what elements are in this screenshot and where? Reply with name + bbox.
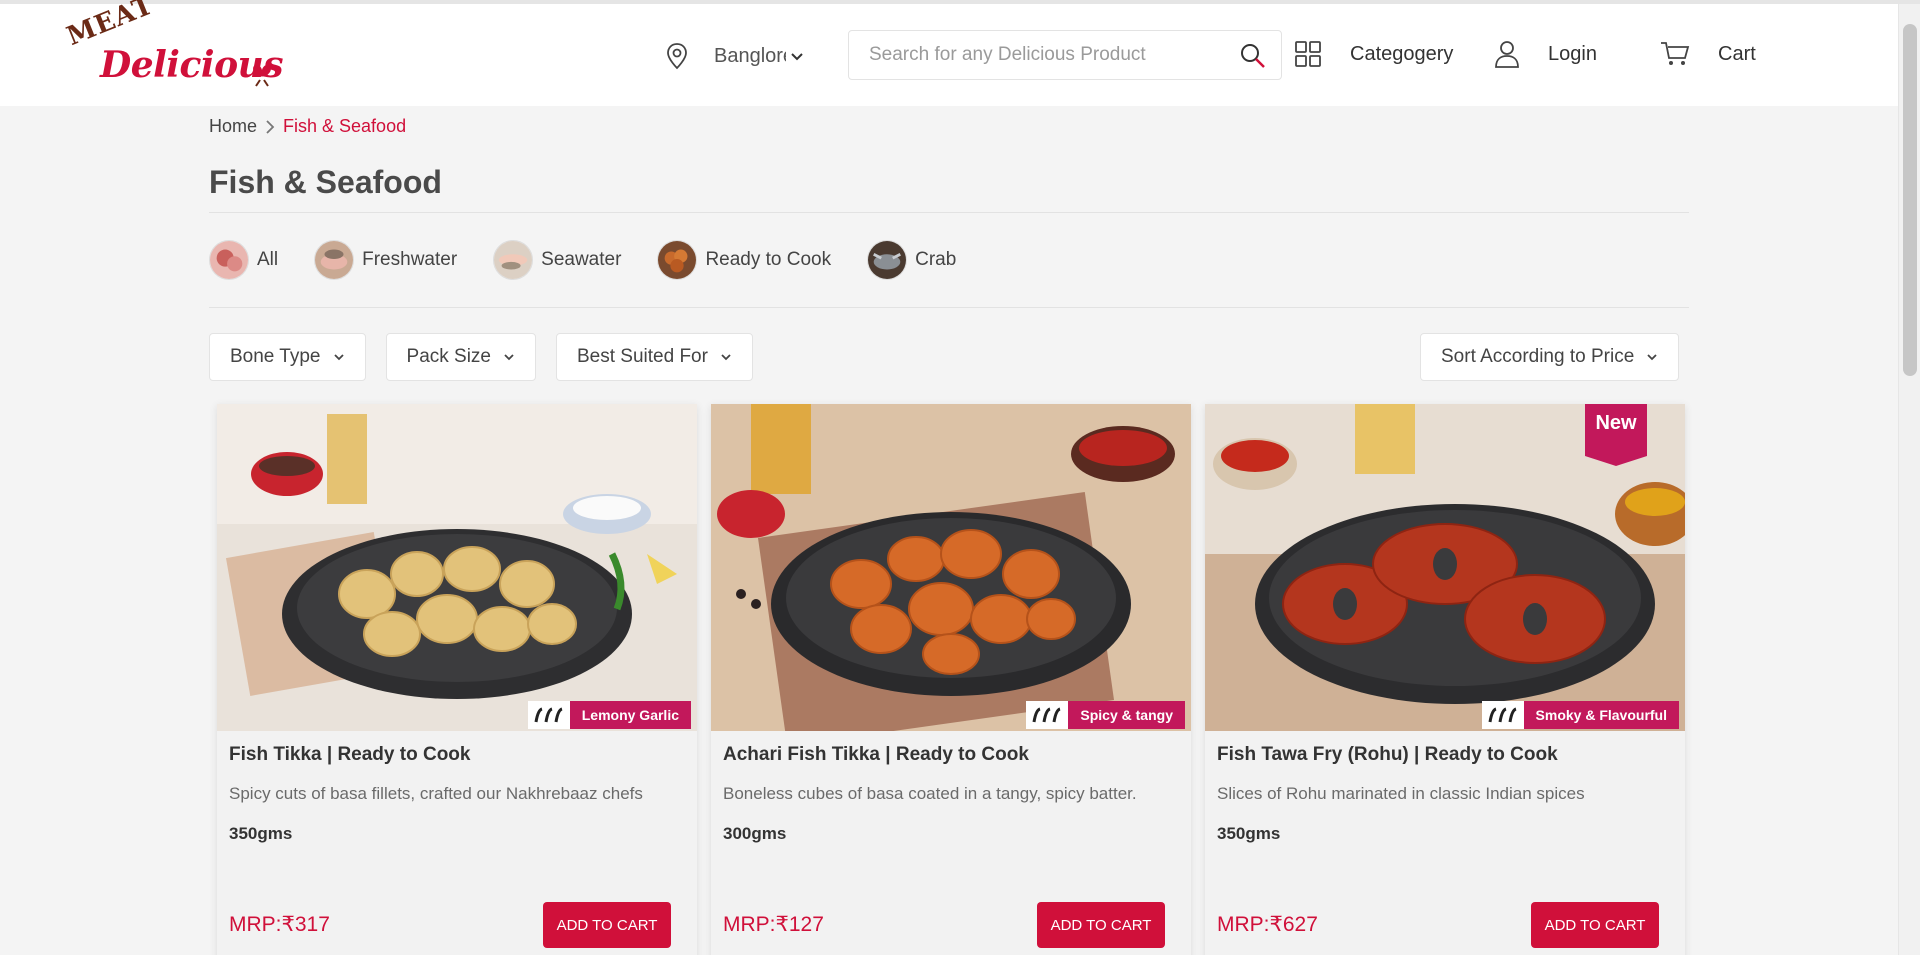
pack-size-dropdown[interactable]: Pack Size — [385, 333, 536, 381]
search-input[interactable] — [869, 44, 1209, 66]
nav-category[interactable]: Categogery — [1294, 34, 1453, 74]
add-to-cart-button[interactable]: ADD TO CART — [543, 902, 671, 948]
logo-leaf-icon — [253, 64, 271, 87]
product-name[interactable]: Fish Tikka | Ready to Cook — [229, 744, 470, 766]
product-weight: 350gms — [229, 824, 293, 843]
category-seawater[interactable]: Seawater — [493, 240, 621, 280]
chevron-down-icon — [1647, 354, 1657, 361]
nav-cart-label: Cart — [1718, 42, 1756, 65]
search-icon[interactable] — [1239, 42, 1267, 70]
flavour-tag: Smoky & Flavourful — [1481, 701, 1679, 729]
category-label: Freshwater — [362, 249, 458, 270]
flavour-tag-text: Lemony Garlic — [569, 701, 691, 729]
category-crab-image — [867, 240, 908, 280]
product-weight: 350gms — [1217, 824, 1281, 843]
category-label: Ready to Cook — [705, 249, 832, 270]
filter-bar: Bone Type Pack Size Best Suited For — [209, 333, 773, 381]
flavour-tag: Spicy & tangy — [1026, 701, 1185, 729]
bone-type-label: Bone Type — [230, 346, 321, 367]
scrollbar-thumb[interactable] — [1903, 24, 1917, 376]
nav-category-label: Categogery — [1350, 42, 1454, 65]
divider — [209, 307, 1689, 308]
bone-type-dropdown[interactable]: Bone Type — [209, 333, 366, 381]
sort-label: Sort According to Price — [1441, 346, 1635, 367]
category-seawater-image — [493, 240, 534, 280]
location-pin-icon — [667, 43, 687, 70]
product-description: Boneless cubes of basa coated in a tangy… — [723, 784, 1137, 803]
nav-login[interactable]: Login — [1494, 34, 1597, 74]
add-to-cart-button[interactable]: ADD TO CART — [1037, 902, 1165, 948]
category-all-image — [209, 240, 249, 280]
category-freshwater-image — [314, 240, 355, 280]
best-suited-for-dropdown[interactable]: Best Suited For — [556, 333, 753, 381]
chili-icon — [1032, 707, 1061, 723]
cart-icon — [1661, 42, 1690, 65]
chevron-down-icon — [333, 354, 344, 361]
breadcrumb-home[interactable]: Home — [209, 116, 257, 137]
product-grid: Lemony Garlic Fish Tikka | Ready to Cook… — [217, 404, 1699, 955]
chevron-down-icon — [721, 354, 731, 361]
page-scrollbar[interactable] — [1898, 4, 1920, 955]
category-label: Seawater — [541, 249, 622, 270]
breadcrumb: Home Fish & Seafood — [209, 116, 406, 137]
chevron-down-icon — [791, 53, 803, 61]
nav-login-label: Login — [1548, 42, 1597, 65]
best-suited-for-label: Best Suited For — [577, 346, 708, 367]
product-image[interactable] — [711, 404, 1191, 731]
flavour-tag-text: Smoky & Flavourful — [1523, 701, 1679, 729]
site-header: MEAT Delicious Banglore Categogery — [0, 0, 1898, 106]
chili-icon — [1488, 707, 1517, 723]
flavour-tag-text: Spicy & tangy — [1068, 701, 1185, 729]
location-selector[interactable]: Banglore — [664, 42, 804, 70]
nav-cart[interactable]: Cart — [1660, 34, 1756, 74]
pack-size-label: Pack Size — [406, 346, 491, 367]
search-box — [848, 30, 1282, 80]
chevron-right-icon — [266, 119, 275, 134]
category-crab[interactable]: Crab — [867, 240, 956, 280]
category-grid-icon — [1295, 41, 1321, 67]
category-freshwater[interactable]: Freshwater — [314, 240, 457, 280]
category-ready-to-cook-image — [657, 240, 698, 280]
product-description: Spicy cuts of basa fillets, crafted our … — [229, 784, 643, 803]
user-icon — [1495, 41, 1519, 68]
product-price: MRP:₹127 — [723, 913, 824, 936]
product-name[interactable]: Fish Tawa Fry (Rohu) | Ready to Cook — [1217, 744, 1558, 766]
category-label: Crab — [915, 249, 957, 270]
category-all[interactable]: All — [209, 240, 278, 280]
product-description: Slices of Rohu marinated in classic Indi… — [1217, 784, 1585, 803]
category-ready-to-cook[interactable]: Ready to Cook — [657, 240, 831, 280]
product-price: MRP:₹627 — [1217, 913, 1318, 936]
new-badge: New — [1585, 404, 1647, 466]
product-card[interactable]: New Smoky & Flavourful Fish Tawa Fry (Ro… — [1205, 404, 1685, 955]
product-card[interactable]: Lemony Garlic Fish Tikka | Ready to Cook… — [217, 404, 697, 955]
brand-logo[interactable]: MEAT Delicious — [63, 0, 290, 90]
product-name[interactable]: Achari Fish Tikka | Ready to Cook — [723, 744, 1029, 766]
category-label: All — [257, 249, 279, 270]
location-text: Banglore — [714, 44, 786, 67]
add-to-cart-button[interactable]: ADD TO CART — [1531, 902, 1659, 948]
page-title: Fish & Seafood — [209, 164, 442, 200]
flavour-tag: Lemony Garlic — [527, 701, 691, 729]
chili-icon — [534, 707, 563, 723]
divider — [209, 212, 1689, 213]
sort-by-price-dropdown[interactable]: Sort According to Price — [1420, 333, 1680, 381]
product-price: MRP:₹317 — [229, 913, 330, 936]
chevron-down-icon — [504, 354, 514, 361]
product-card[interactable]: Spicy & tangy Achari Fish Tikka | Ready … — [711, 404, 1191, 955]
product-weight: 300gms — [723, 824, 787, 843]
breadcrumb-current: Fish & Seafood — [283, 116, 407, 136]
product-image[interactable] — [217, 404, 697, 731]
category-filter-list: All Freshwater Seawater Ready to Cook Cr… — [209, 240, 992, 280]
